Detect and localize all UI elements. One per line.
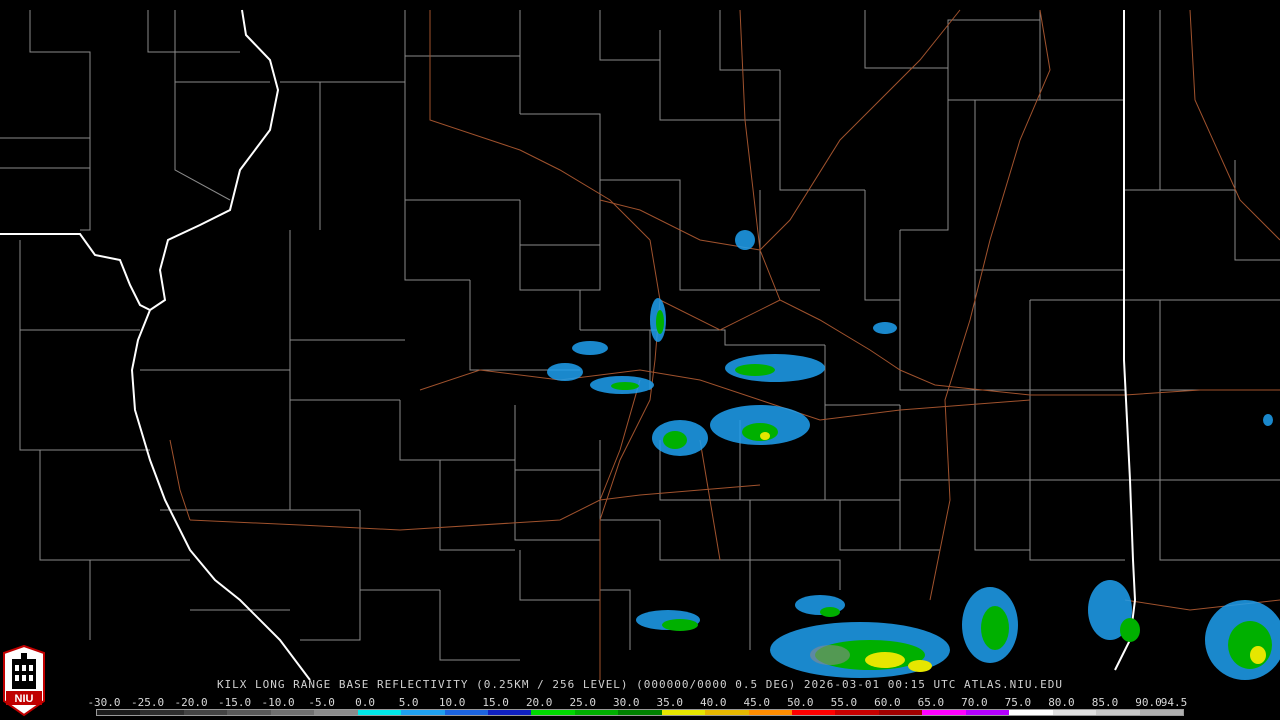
colorbar-label: -30.0 xyxy=(87,696,121,709)
colorbar-label: 50.0 xyxy=(787,696,814,709)
colorbar-swatch xyxy=(705,710,749,715)
colorbar-label: 0.0 xyxy=(355,696,376,709)
logo-text: NIU xyxy=(15,693,34,705)
colorbar-label: -5.0 xyxy=(308,696,335,709)
colorbar-label: 90.0 xyxy=(1135,696,1162,709)
colorbar-swatch xyxy=(878,710,923,715)
colorbar-swatch xyxy=(618,710,662,715)
colorbar-swatch xyxy=(574,710,619,715)
colorbar-label: 30.0 xyxy=(612,696,640,709)
colorbar-swatch xyxy=(792,710,836,715)
colorbar-swatch xyxy=(1009,710,1053,715)
colorbar-label: 55.0 xyxy=(830,696,858,709)
colorbar-swatch xyxy=(227,710,271,715)
colorbar-label: 5.0 xyxy=(398,696,419,709)
colorbar xyxy=(96,709,1184,716)
colorbar-swatch xyxy=(1052,710,1097,715)
colorbar-label: 65.0 xyxy=(917,696,945,709)
colorbar-swatch xyxy=(661,710,706,715)
colorbar-labels: -30.0 -25.0 -20.0 -15.0 -10.0 -5.0 0.0 5.0 10.0 1… xyxy=(87,696,1196,709)
colorbar-swatch xyxy=(487,710,532,715)
colorbar-swatch xyxy=(97,710,141,715)
colorbar-swatch xyxy=(270,710,315,715)
colorbar-swatch xyxy=(314,710,358,715)
colorbar-label: 20.0 xyxy=(525,696,553,709)
colorbar-label: 25.0 xyxy=(569,696,596,709)
colorbar-swatch xyxy=(531,710,575,715)
colorbar-swatch xyxy=(835,710,879,715)
colorbar-swatch xyxy=(965,710,1010,715)
colorbar-label: 10.0 xyxy=(438,696,466,709)
colorbar-swatch xyxy=(401,710,445,715)
colorbar-label: 45.0 xyxy=(743,696,771,709)
county-boundaries xyxy=(0,10,1280,661)
colorbar-swatch xyxy=(183,710,228,715)
colorbar-label: 85.0 xyxy=(1091,696,1119,709)
product-caption: KILX LONG RANGE BASE REFLECTIVITY (0.25K… xyxy=(216,678,1064,691)
colorbar-label: 15.0 xyxy=(482,696,509,709)
colorbar-label: -15.0 xyxy=(217,696,252,709)
colorbar-swatch xyxy=(444,710,488,715)
colorbar-swatch xyxy=(140,710,184,715)
colorbar-swatch xyxy=(922,710,966,715)
colorbar-label: 35.0 xyxy=(656,696,684,709)
colorbar-label: -10.0 xyxy=(261,696,295,709)
colorbar-label: 75.0 xyxy=(1004,696,1032,709)
colorbar-label: 70.0 xyxy=(961,696,988,709)
colorbar-swatch xyxy=(748,710,792,715)
colorbar-label: 80.0 xyxy=(1048,696,1075,709)
colorbar-label: 94.5 xyxy=(1160,696,1188,709)
niu-tower-icon: NIU xyxy=(3,645,45,717)
colorbar-label: -25.0 xyxy=(130,696,165,709)
radar-map xyxy=(0,9,1280,680)
colorbar-label: -20.0 xyxy=(174,696,208,709)
colorbar-swatch xyxy=(1096,710,1140,715)
colorbar-label: 40.0 xyxy=(700,696,727,709)
radar-echoes xyxy=(547,230,1280,680)
colorbar-swatch xyxy=(357,710,402,715)
state-boundaries xyxy=(0,9,1137,680)
colorbar-swatch xyxy=(1139,710,1183,715)
colorbar-label: 60.0 xyxy=(874,696,901,709)
